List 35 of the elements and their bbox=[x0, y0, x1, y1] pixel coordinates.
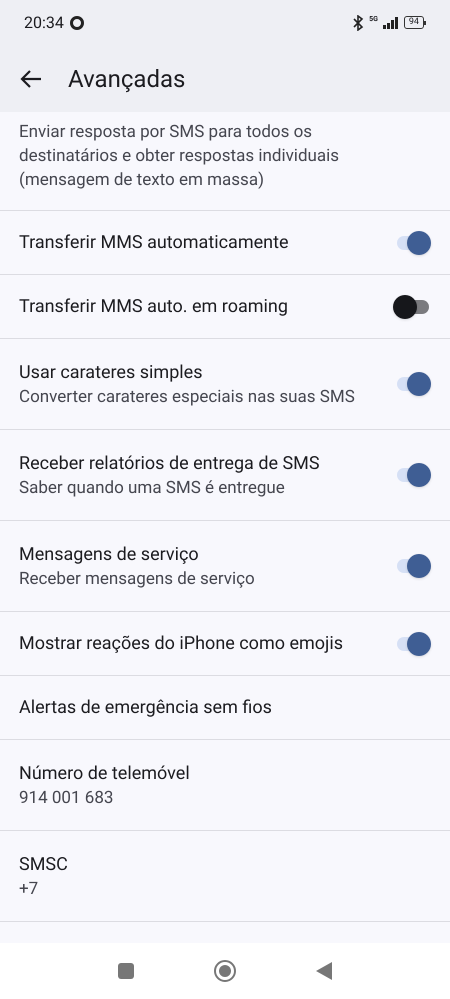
setting-row[interactable]: Transferir MMS automaticamente bbox=[0, 211, 450, 275]
setting-row[interactable]: Mensagens de serviço Receber mensagens de serviço bbox=[0, 521, 450, 612]
battery-indicator: 94 bbox=[404, 16, 424, 29]
setting-description: Saber quando uma SMS é entregue bbox=[19, 476, 286, 500]
setting-row[interactable]: Mostrar reações do iPhone como emojis bbox=[0, 612, 450, 676]
page-title: Avançadas bbox=[68, 64, 186, 94]
toggle-switch[interactable] bbox=[393, 294, 431, 318]
bluetooth-icon bbox=[352, 14, 364, 30]
back-button[interactable] bbox=[316, 962, 332, 980]
setting-row[interactable]: Usar carateres simples Converter carateres especiais nas suas SMS bbox=[0, 339, 450, 430]
setting-row[interactable]: Receber relatórios de entrega de SMS Saber quando uma SMS é entregue bbox=[0, 430, 450, 521]
signal-icon bbox=[382, 16, 399, 28]
setting-description: Enviar resposta por SMS para todos os destinatários e obter respostas individuais (mensagem de texto em massa) bbox=[19, 121, 340, 192]
setting-title: Transferir MMS automaticamente bbox=[19, 230, 290, 254]
clock: 20:34 bbox=[24, 12, 64, 34]
back-arrow-icon[interactable] bbox=[20, 68, 42, 88]
setting-title: Mensagens de serviço bbox=[19, 542, 200, 566]
setting-description: Receber mensagens de serviço bbox=[19, 568, 256, 590]
setting-description: Converter carateres especiais nas suas SMS bbox=[19, 386, 356, 408]
setting-row[interactable]: Transferir MMS auto. em roaming bbox=[0, 275, 450, 339]
setting-title: SMSC bbox=[19, 852, 69, 876]
setting-title: Número de telemóvel bbox=[19, 762, 191, 786]
recents-button[interactable] bbox=[118, 963, 134, 979]
home-button[interactable] bbox=[214, 960, 236, 982]
setting-row[interactable]: Número de telemóvel 914 001 683 bbox=[0, 740, 450, 831]
setting-row[interactable]: SMSC +7 bbox=[0, 831, 450, 922]
setting-title: Mostrar reações do iPhone como emojis bbox=[19, 632, 344, 656]
ring-icon bbox=[70, 16, 84, 30]
setting-row[interactable]: Alertas de emergência sem fios bbox=[0, 676, 450, 740]
setting-title: Transferir MMS auto. em roaming bbox=[19, 294, 289, 318]
setting-title: Receber relatórios de entrega de SMS bbox=[19, 452, 321, 476]
setting-description: +7 bbox=[19, 878, 40, 900]
setting-title: Usar carateres simples bbox=[19, 360, 204, 384]
setting-title: Alertas de emergência sem fios bbox=[19, 696, 273, 720]
setting-description: 914 001 683 bbox=[19, 786, 114, 810]
